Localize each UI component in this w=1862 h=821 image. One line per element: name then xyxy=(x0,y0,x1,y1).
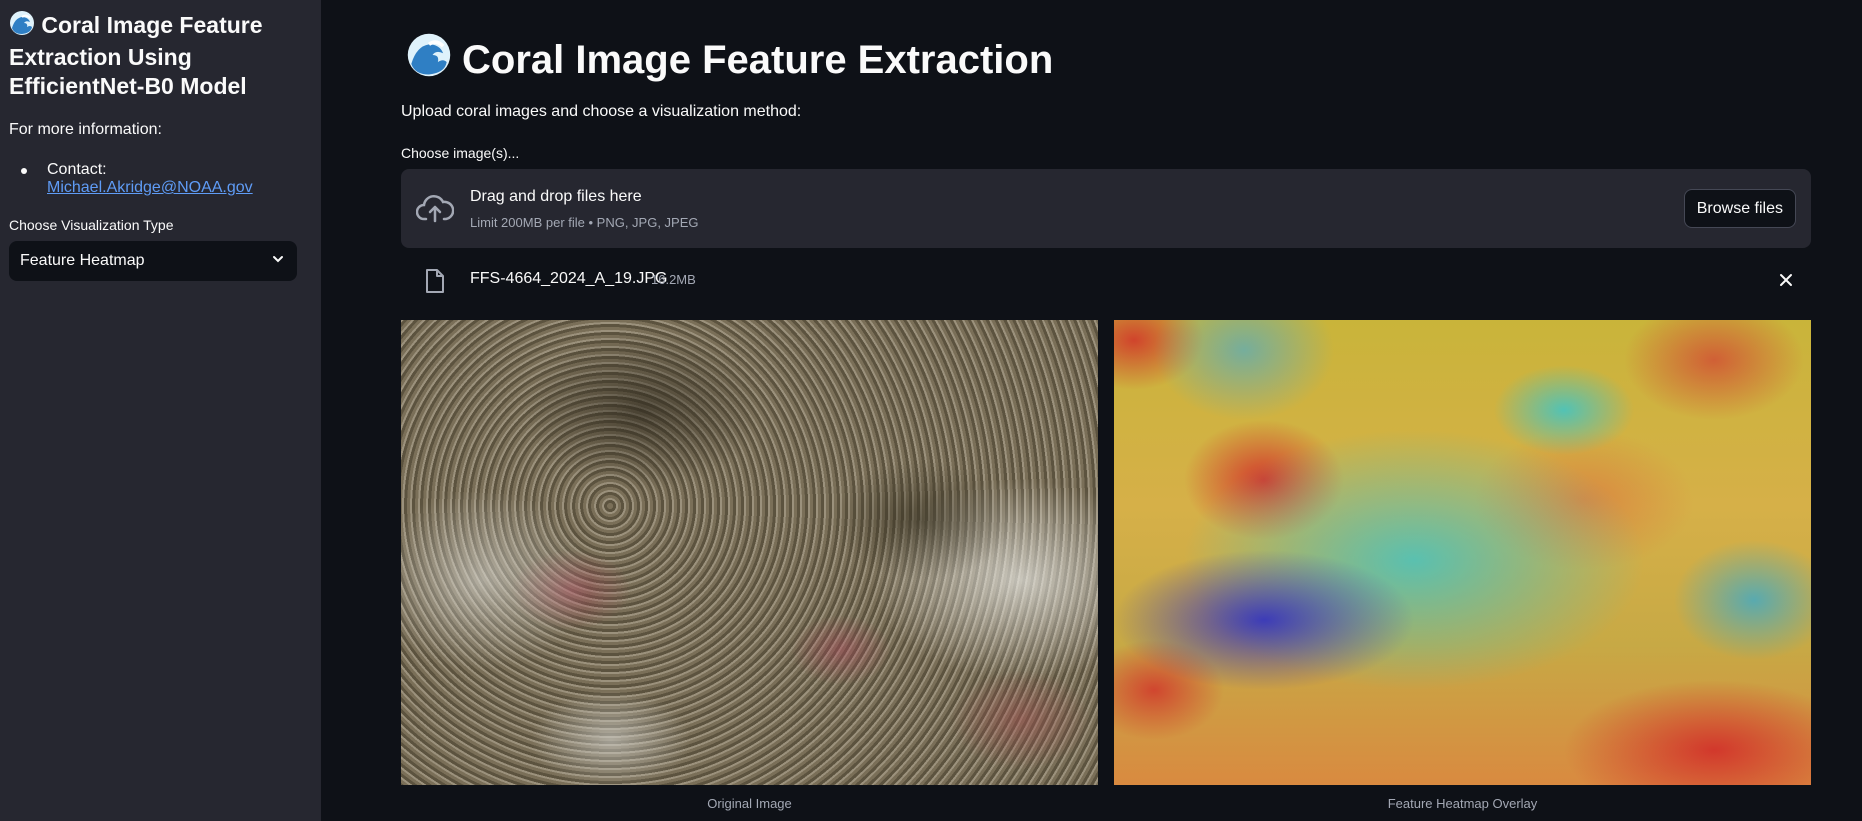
chevron-down-icon xyxy=(271,252,285,271)
sidebar-title: Coral Image Feature Extraction Using Eff… xyxy=(9,10,312,101)
dropzone-text: Drag and drop files here xyxy=(470,188,642,205)
viz-type-value: Feature Heatmap xyxy=(20,252,145,269)
viz-type-label: Choose Visualization Type xyxy=(9,217,174,233)
page-title-text: Coral Image Feature Extraction xyxy=(462,37,1054,82)
wave-icon xyxy=(406,32,452,88)
file-icon xyxy=(424,268,446,299)
upload-label: Choose image(s)... xyxy=(401,145,520,161)
viz-type-select[interactable]: Feature Heatmap xyxy=(9,241,297,281)
heatmap-overlay-image xyxy=(1114,320,1811,785)
browse-files-button[interactable]: Browse files xyxy=(1683,189,1796,228)
page-subtitle: Upload coral images and choose a visuali… xyxy=(401,103,802,120)
contact-list-item: Contact: Michael.Akridge@NOAA.gov xyxy=(21,161,312,197)
page-title: Coral Image Feature Extraction xyxy=(406,32,1053,88)
file-name: FFS-4664_2024_A_19.JPG xyxy=(470,270,668,287)
file-size: 16.2MB xyxy=(651,272,696,287)
info-text: For more information: xyxy=(9,121,162,138)
dropzone-limit: Limit 200MB per file • PNG, JPG, JPEG xyxy=(470,215,699,230)
heatmap-image-caption: Feature Heatmap Overlay xyxy=(1387,796,1538,811)
close-icon[interactable] xyxy=(1778,272,1794,293)
sidebar-title-text: Coral Image Feature Extraction Using Eff… xyxy=(9,12,263,99)
uploaded-file-row: FFS-4664_2024_A_19.JPG 16.2MB xyxy=(401,262,1811,298)
file-dropzone[interactable]: Drag and drop files here Limit 200MB per… xyxy=(401,169,1811,248)
original-image xyxy=(401,320,1098,785)
contact-email-link[interactable]: Michael.Akridge@NOAA.gov xyxy=(47,179,253,196)
contact-prefix: Contact: xyxy=(47,161,107,178)
cloud-upload-icon xyxy=(415,193,455,228)
sidebar: Coral Image Feature Extraction Using Eff… xyxy=(0,0,321,821)
bullet xyxy=(21,168,27,174)
original-image-caption: Original Image xyxy=(707,796,792,811)
wave-icon xyxy=(9,10,35,43)
